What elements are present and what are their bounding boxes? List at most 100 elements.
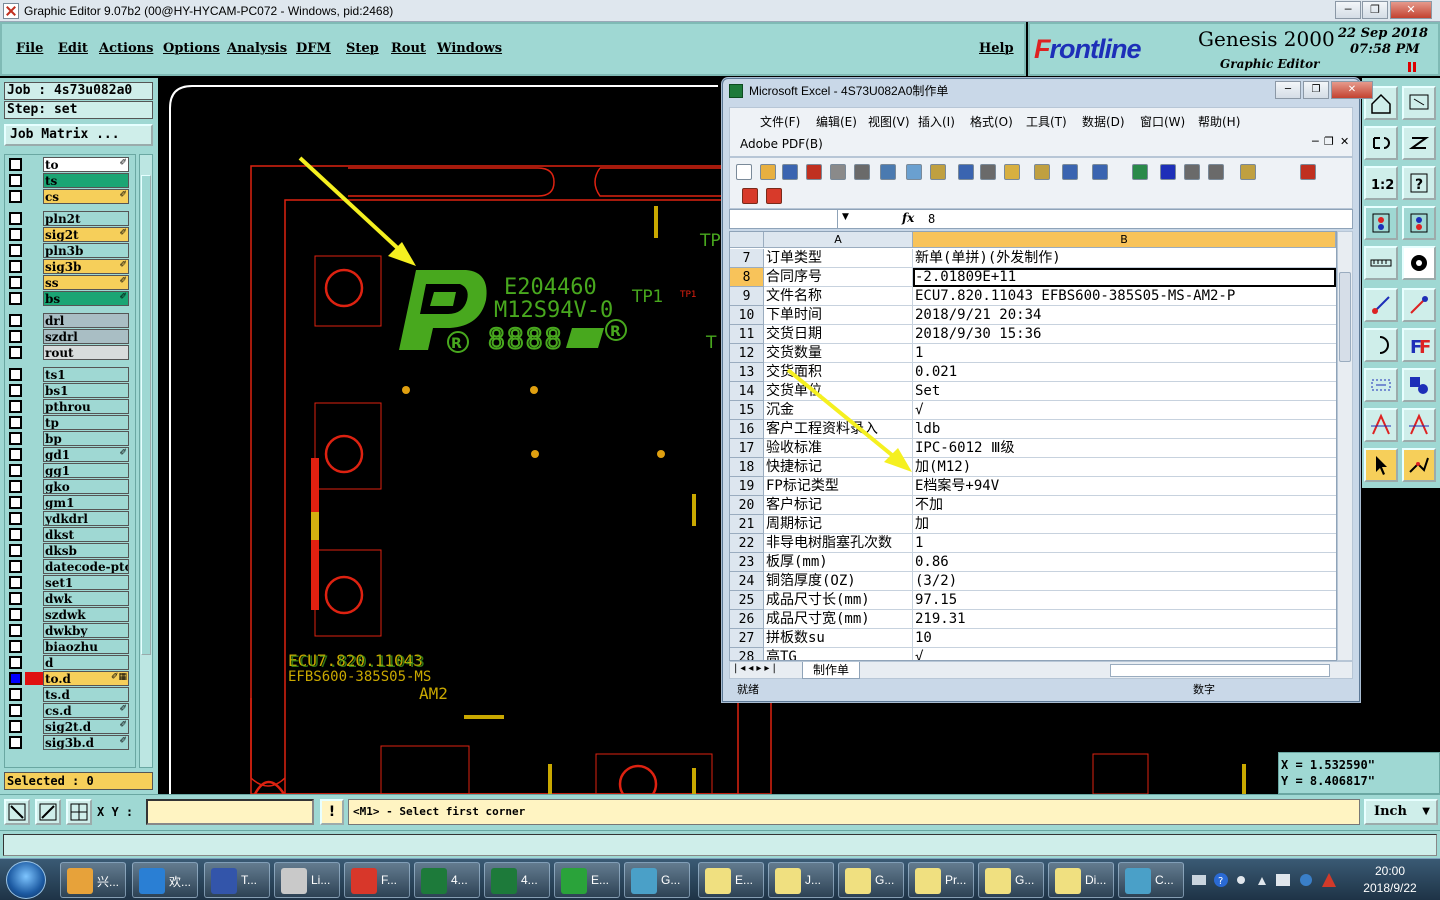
sort-desc-icon[interactable]	[1208, 164, 1224, 180]
row-header[interactable]: 8	[730, 268, 764, 287]
row-header[interactable]: 19	[730, 477, 764, 496]
formula-value[interactable]: 8	[928, 212, 935, 226]
layer-row[interactable]: bp	[7, 431, 135, 446]
layer-checkbox[interactable]	[9, 346, 22, 359]
menu-windows[interactable]: Windows	[437, 41, 502, 56]
taskbar-item[interactable]: Di...	[1048, 862, 1114, 898]
layer-checkbox[interactable]	[9, 368, 22, 381]
layer-row[interactable]: bs1	[7, 383, 135, 398]
taskbar-item[interactable]: 兴...	[60, 862, 126, 898]
excel-menu-item[interactable]: 窗口(W)	[1140, 113, 1185, 130]
xy-input[interactable]	[146, 799, 314, 825]
tool-button-arc-icon[interactable]	[1364, 328, 1398, 362]
tool-button-text-a-alt-icon[interactable]	[1402, 408, 1436, 442]
layer-checkbox[interactable]	[9, 544, 22, 557]
spreadsheet-grid[interactable]: A B 7 订单类型 新单(单拼)(外发制作) 8 合同序号 -2.01809E+11 9 文…	[729, 231, 1337, 661]
tool-button-measure-icon[interactable]	[1364, 246, 1398, 280]
save-icon[interactable]	[782, 164, 798, 180]
layer-row[interactable]: ts	[7, 173, 135, 188]
layer-checkbox[interactable]	[9, 672, 22, 685]
row-header[interactable]: 24	[730, 572, 764, 591]
cell-b[interactable]: ldb	[913, 420, 1336, 439]
cell-b[interactable]: 0.021	[913, 363, 1336, 382]
cell-b[interactable]: 2018/9/30 15:36	[913, 325, 1336, 344]
layer-name[interactable]: dwkby	[43, 623, 129, 638]
taskbar-item[interactable]: 4...	[484, 862, 550, 898]
layer-name[interactable]: ss	[43, 275, 129, 290]
taskbar-item[interactable]: F...	[344, 862, 410, 898]
layer-name[interactable]: sig3b.d	[43, 735, 129, 750]
layer-list[interactable]: to ✐ ts cs ✐ pln2t sig2t ✐ pln3b sig3b ✐ ss ✐ bs ✐ drl s…	[4, 154, 136, 768]
cell-b[interactable]: (3/2)	[913, 572, 1336, 591]
row-header[interactable]: 22	[730, 534, 764, 553]
cell-a[interactable]: 沉金	[764, 401, 913, 420]
layer-checkbox[interactable]	[9, 704, 22, 717]
tool-button-zoom-area-icon[interactable]	[1364, 368, 1398, 402]
layer-row[interactable]: bs ✐	[7, 291, 135, 306]
cell-a[interactable]: 周期标记	[764, 515, 913, 534]
cell-b[interactable]: √	[913, 401, 1336, 420]
taskbar-item[interactable]: G...	[978, 862, 1044, 898]
cell-a[interactable]: 交货单位	[764, 382, 913, 401]
layer-checkbox[interactable]	[9, 384, 22, 397]
tool-button-circle-icon[interactable]	[1402, 246, 1436, 280]
layer-checkbox[interactable]	[9, 656, 22, 669]
cell-a[interactable]: 成品尺寸宽(mm)	[764, 610, 913, 629]
cell-a[interactable]: 交货数量	[764, 344, 913, 363]
cut-icon[interactable]	[958, 164, 974, 180]
start-button[interactable]	[6, 861, 46, 899]
layer-name[interactable]: biaozhu	[43, 639, 129, 654]
tool-button-line-red-icon[interactable]	[1402, 288, 1436, 322]
menu-options[interactable]: Options	[163, 41, 220, 56]
cell-b[interactable]: 97.15	[913, 591, 1336, 610]
cell-a[interactable]: 交货面积	[764, 363, 913, 382]
cell-a[interactable]: 铜箔厚度(OZ)	[764, 572, 913, 591]
cell-a[interactable]: 拼板数su	[764, 629, 913, 648]
chart-icon[interactable]	[1240, 164, 1256, 180]
layer-checkbox[interactable]	[9, 314, 22, 327]
cell-b[interactable]: √	[913, 648, 1336, 660]
layer-checkbox[interactable]	[9, 158, 22, 171]
excel-menu-item[interactable]: 数据(D)	[1082, 113, 1125, 130]
excel-vertical-scrollbar[interactable]	[1337, 231, 1353, 661]
layer-checkbox[interactable]	[9, 640, 22, 653]
layer-checkbox[interactable]	[9, 190, 22, 203]
row-header[interactable]: 26	[730, 610, 764, 629]
layer-row[interactable]: d	[7, 655, 135, 670]
cell-b[interactable]: 219.31	[913, 610, 1336, 629]
row-header[interactable]: 20	[730, 496, 764, 515]
cell-a[interactable]: 高TG	[764, 648, 913, 660]
cell-b[interactable]: 加(M12)	[913, 458, 1336, 477]
sheet-nav-arrows[interactable]: |◂◂▸▸|	[734, 663, 779, 674]
autosum-icon[interactable]	[1160, 164, 1176, 180]
layer-checkbox[interactable]	[9, 174, 22, 187]
cell-b[interactable]: 0.86	[913, 553, 1336, 572]
layer-name[interactable]: pthrou	[43, 399, 129, 414]
layer-name[interactable]: cs	[43, 189, 129, 204]
layer-checkbox[interactable]	[9, 260, 22, 273]
layer-checkbox[interactable]	[9, 512, 22, 525]
layer-name[interactable]: gd1	[43, 447, 129, 462]
layer-name[interactable]: pln3b	[43, 243, 129, 258]
taskbar-item[interactable]: G...	[838, 862, 904, 898]
tool-button-layer-red-icon[interactable]	[1364, 206, 1398, 240]
layer-row[interactable]: ss ✐	[7, 275, 135, 290]
excel-minimize-button[interactable]: ─	[1275, 81, 1301, 99]
name-box[interactable]	[730, 210, 838, 228]
layer-row[interactable]: dwkby	[7, 623, 135, 638]
chevron-down-icon[interactable]: ▼	[842, 212, 849, 222]
row-header[interactable]: 9	[730, 287, 764, 306]
layer-row[interactable]: cs.d ✐	[7, 703, 135, 718]
sort-asc-icon[interactable]	[1184, 164, 1200, 180]
row-header[interactable]: 17	[730, 439, 764, 458]
layer-name[interactable]: tp	[43, 415, 129, 430]
menu-dfm[interactable]: DFM	[296, 41, 331, 56]
taskbar-item[interactable]: E...	[698, 862, 764, 898]
cell-a[interactable]: 客户标记	[764, 496, 913, 515]
cell-a[interactable]: 订单类型	[764, 249, 913, 268]
row-header[interactable]: 27	[730, 629, 764, 648]
select-all-corner[interactable]	[730, 232, 764, 248]
layer-row[interactable]: dkst	[7, 527, 135, 542]
menu-rout[interactable]: Rout	[391, 41, 426, 56]
layer-row[interactable]: ydkdrl	[7, 511, 135, 526]
